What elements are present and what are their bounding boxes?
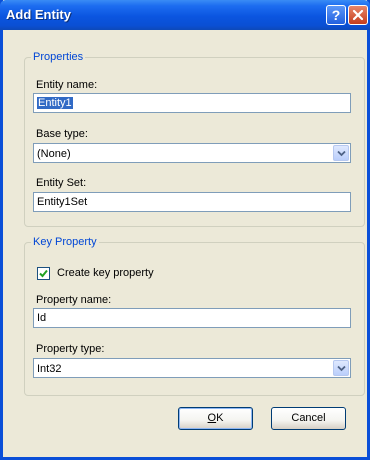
checkmark-icon [39,269,48,278]
close-button[interactable] [348,5,368,25]
chevron-down-icon [337,365,346,372]
base-type-select[interactable]: (None) [33,143,351,163]
entity-set-value: Entity1Set [37,196,88,208]
cancel-button[interactable]: Cancel [271,407,346,430]
key-property-legend: Key Property [33,236,97,248]
cancel-label: Cancel [291,412,326,424]
entity-set-field[interactable]: Entity1Set [33,192,351,212]
base-type-label: Base type: [36,128,88,140]
property-type-dropdown-button[interactable] [333,360,349,376]
ok-accelerator: O [207,412,217,424]
properties-legend: Properties [33,51,84,63]
help-button[interactable]: ? [326,5,346,25]
close-icon [352,9,364,21]
property-type-select[interactable]: Int32 [33,358,351,378]
create-key-label[interactable]: Create key property [57,267,154,279]
entity-name-value: Entity1 [37,97,73,109]
add-entity-dialog: Add Entity ? Properties Entity name: Ent… [0,0,370,460]
window-title: Add Entity [6,7,71,22]
title-bar[interactable]: Add Entity ? [0,0,370,30]
property-type-label: Property type: [36,343,105,355]
property-name-label: Property name: [36,294,112,306]
entity-name-field[interactable]: Entity1 [33,93,351,113]
property-type-value: Int32 [37,363,62,375]
entity-set-label: Entity Set: [36,177,87,189]
chevron-down-icon [337,150,346,157]
create-key-checkbox[interactable] [37,267,50,280]
base-type-value: (None) [37,148,71,160]
ok-button[interactable]: OK [178,407,253,430]
base-type-dropdown-button[interactable] [333,145,349,161]
property-name-field[interactable]: Id [33,308,351,328]
ok-label-rest: K [216,412,224,424]
help-icon: ? [331,7,341,23]
property-name-value: Id [37,312,47,324]
entity-name-label: Entity name: [36,79,98,91]
